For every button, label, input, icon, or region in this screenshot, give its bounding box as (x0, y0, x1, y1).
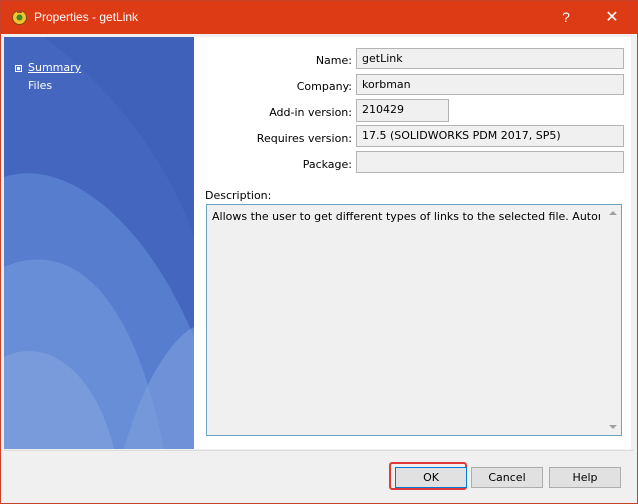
requires-version-label: Requires version: (256, 132, 352, 145)
company-field[interactable]: korbman (356, 74, 624, 95)
name-label: Name: (315, 54, 352, 67)
company-label: Company: (296, 80, 352, 93)
name-field[interactable]: getLink (356, 48, 624, 69)
bullet-icon (15, 65, 22, 72)
app-icon (12, 10, 27, 25)
title-bar[interactable]: Properties - getLink ? ✕ (1, 1, 637, 34)
sidebar-item-summary[interactable]: Summary (28, 61, 81, 74)
cancel-button[interactable]: Cancel (471, 467, 543, 488)
package-label: Package: (302, 158, 352, 171)
help-button[interactable]: Help (549, 467, 621, 488)
window-title: Properties - getLink (34, 10, 139, 24)
ok-button[interactable]: OK (395, 467, 467, 488)
help-title-button[interactable]: ? (543, 1, 589, 34)
footer-divider (4, 450, 634, 451)
description-scrollbar[interactable] (605, 205, 621, 435)
sidebar-background (4, 37, 194, 449)
package-field[interactable] (356, 151, 624, 173)
scroll-up-icon[interactable] (609, 211, 617, 215)
properties-dialog: Properties - getLink ? ✕ Summary Files N… (0, 0, 638, 504)
sidebar: Summary Files (4, 37, 194, 449)
addin-version-label: Add-in version: (269, 106, 352, 119)
sidebar-item-files[interactable]: Files (28, 79, 52, 92)
scroll-down-icon[interactable] (609, 425, 617, 429)
description-textarea[interactable]: Allows the user to get different types o… (206, 204, 622, 436)
description-label: Description: (205, 189, 272, 202)
addin-version-field[interactable]: 210429 (356, 99, 449, 122)
summary-panel: Name: getLink Company: korbman Add-in ve… (194, 37, 631, 449)
description-text: Allows the user to get different types o… (212, 210, 600, 223)
requires-version-field[interactable]: 17.5 (SOLIDWORKS PDM 2017, SP5) (356, 125, 624, 147)
close-button[interactable]: ✕ (589, 1, 635, 34)
